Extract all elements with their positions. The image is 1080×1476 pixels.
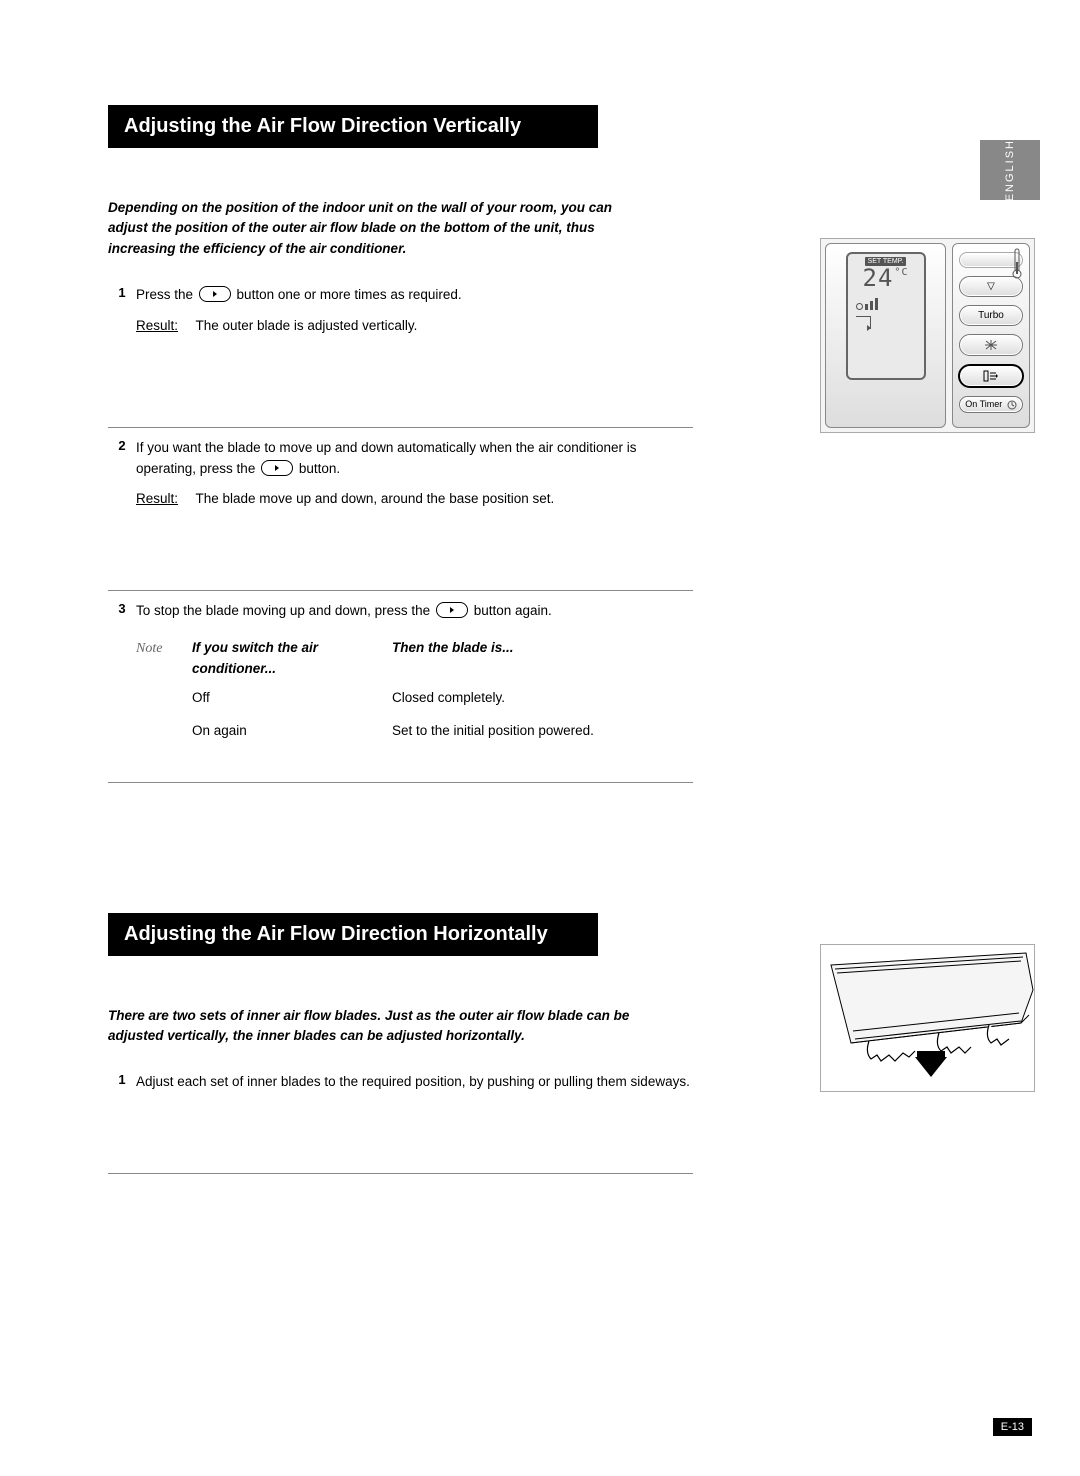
note-row-item: On again Set to the initial position pow… [192,721,693,742]
clock-icon [1007,400,1017,410]
turbo-button: Turbo [959,305,1023,326]
step-body: To stop the blade moving up and down, pr… [136,601,693,754]
note-row-item: Off Closed completely. [192,688,693,709]
thermometer-icon [1012,248,1022,280]
triangle-down-icon: ▽ [987,281,995,292]
step-row: 1 Press the button one or more times as … [108,279,693,428]
step-row: 2 If you want the blade to move up and d… [108,428,693,592]
section1-intro: Depending on the position of the indoor … [108,198,648,259]
remote-lcd: SET TEMP. 24°C [846,252,926,380]
step-body: Adjust each set of inner blades to the r… [136,1072,693,1093]
swing-icon [983,370,999,382]
note-table: If you switch the air conditioner... The… [192,638,693,754]
step-number: 1 [108,285,136,337]
page-number: E-13 [993,1418,1032,1436]
remote-body-right: ▽ Turbo On Timer [952,243,1030,428]
note-header-result: Then the blade is... [392,638,693,680]
section-title-vertical: Adjusting the Air Flow Direction Vertica… [108,105,598,148]
note-block: Note If you switch the air conditioner..… [136,638,693,754]
swing-button-icon [261,460,293,476]
step-number: 1 [108,1072,136,1093]
manual-page: ENGLISH SET TEMP. 24°C [0,0,1080,1476]
step-number: 2 [108,438,136,511]
indoor-unit-illustration [820,944,1035,1092]
swing-button-icon [436,602,468,618]
result-label: Result: [136,316,192,337]
step-row: 1 Adjust each set of inner blades to the… [108,1066,693,1174]
note-header-condition: If you switch the air conditioner... [192,638,392,680]
swing-button-icon [199,286,231,302]
swing-button [958,364,1024,388]
remote-illustration: SET TEMP. 24°C ▽ [820,238,1035,433]
step-body: If you want the blade to move up and dow… [136,438,693,511]
step-number: 3 [108,601,136,754]
section-title-horizontal: Adjusting the Air Flow Direction Horizon… [108,913,598,956]
on-timer-button: On Timer [959,396,1023,413]
quiet-button [959,334,1023,356]
snowflake-icon [983,339,999,351]
step-row: 3 To stop the blade moving up and down, … [108,591,693,783]
fan-speed-icon [856,296,878,310]
language-tab: ENGLISH [980,140,1040,200]
note-label: Note [136,638,192,754]
language-tab-label: ENGLISH [1004,139,1016,201]
remote-body-left: SET TEMP. 24°C [825,243,946,428]
lcd-temperature: 24°C [863,264,909,292]
step-body: Press the button one or more times as re… [136,285,693,337]
section2-intro: There are two sets of inner air flow bla… [108,1006,648,1047]
page-content: Adjusting the Air Flow Direction Vertica… [108,105,828,1174]
swing-indicator-icon [856,316,871,329]
result-label: Result: [136,489,192,510]
